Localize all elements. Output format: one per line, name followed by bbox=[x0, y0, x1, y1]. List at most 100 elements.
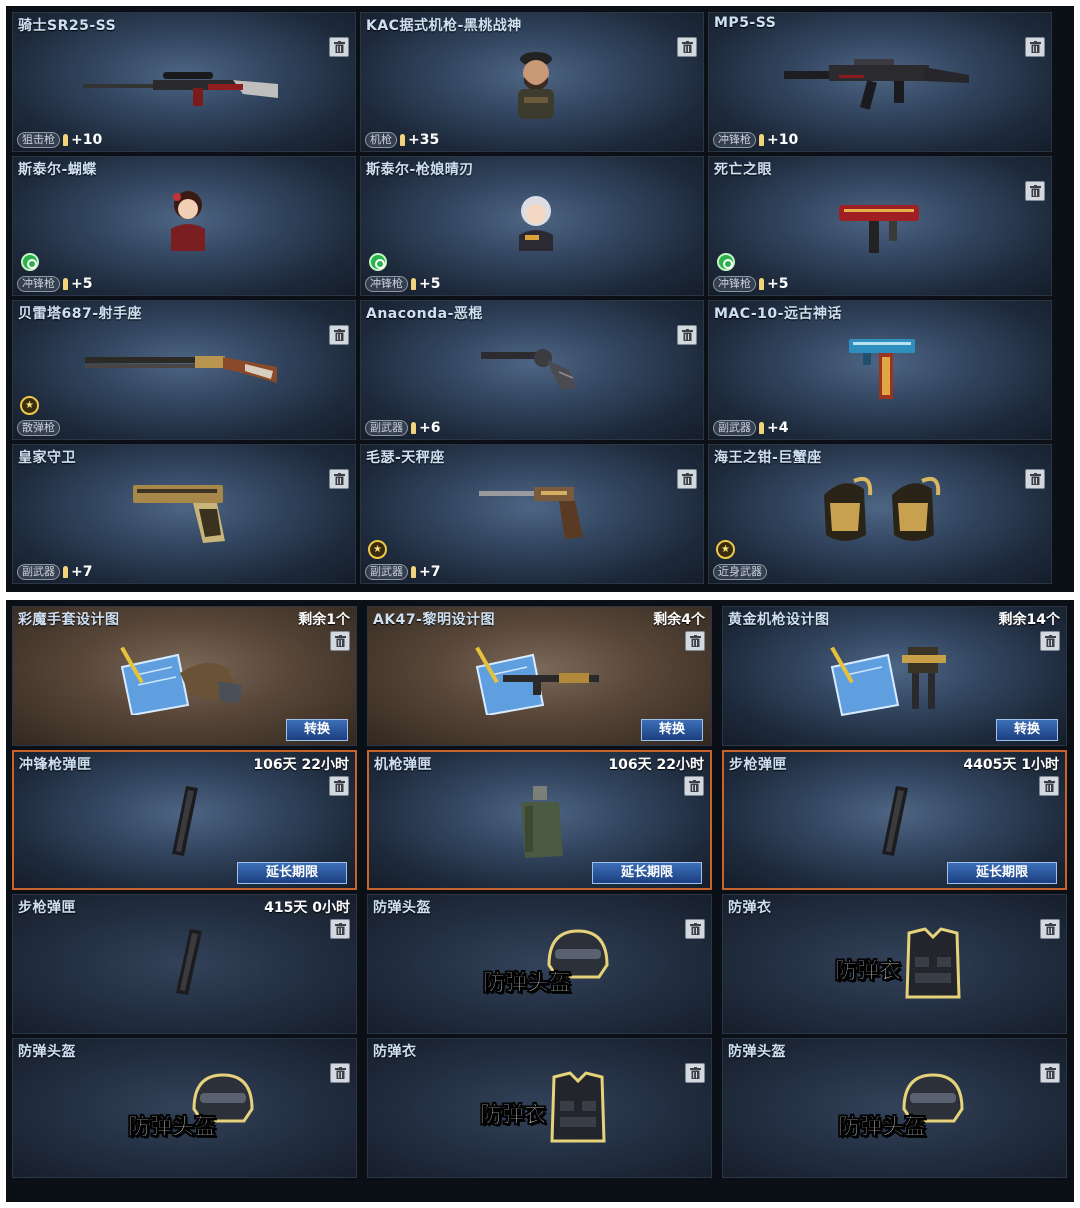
shotgun-icon bbox=[85, 356, 277, 383]
trash-icon[interactable] bbox=[1025, 181, 1045, 201]
item-stats: 副武器 +7 bbox=[17, 564, 92, 580]
pistol-icon bbox=[133, 485, 225, 543]
item-card[interactable]: AK47-黎明设计图 剩余4个 转换 bbox=[367, 606, 712, 746]
inventory-card[interactable]: Anaconda-恶棍 副武器 +6 bbox=[360, 300, 704, 440]
trash-icon[interactable] bbox=[330, 919, 350, 939]
bonus-value: +4 bbox=[767, 420, 789, 436]
trash-icon[interactable] bbox=[329, 469, 349, 489]
inventory-card[interactable]: 海王之钳-巨蟹座 ★ 近身武器 bbox=[708, 444, 1052, 584]
item-name: 防弹头盔 bbox=[18, 1044, 76, 1060]
extend-period-button[interactable]: 延长期限 bbox=[237, 862, 347, 884]
sniper-rifle-icon bbox=[83, 72, 278, 106]
helmet-overlay-label: 防弹头盔 bbox=[838, 1115, 927, 1141]
trash-icon[interactable] bbox=[685, 631, 705, 651]
category-tag: 副武器 bbox=[365, 420, 408, 436]
item-card[interactable]: 防弹头盔 防弹头盔 bbox=[722, 1038, 1067, 1178]
bullet-icon bbox=[411, 278, 416, 290]
inventory-card[interactable]: 死亡之眼 冲锋枪 +5 bbox=[708, 156, 1052, 296]
inventory-card[interactable]: 贝雷塔687-射手座 ★ 散弹枪 bbox=[12, 300, 356, 440]
bonus-value: +5 bbox=[71, 276, 93, 292]
bonus-value: +6 bbox=[419, 420, 441, 436]
trash-icon[interactable] bbox=[1040, 1063, 1060, 1083]
item-name: 斯泰尔-蝴蝶 bbox=[18, 162, 97, 178]
claw-gauntlet-icon bbox=[824, 476, 941, 541]
category-tag: 冲锋枪 bbox=[713, 132, 756, 148]
inventory-card[interactable]: 斯泰尔-蝴蝶 冲锋枪 +5 bbox=[12, 156, 356, 296]
trash-icon[interactable] bbox=[1040, 631, 1060, 651]
bonus-value: +7 bbox=[71, 564, 93, 580]
trash-icon[interactable] bbox=[330, 631, 350, 651]
convert-button[interactable]: 转换 bbox=[996, 719, 1058, 741]
category-tag: 副武器 bbox=[713, 420, 756, 436]
category-tag: 散弹枪 bbox=[17, 420, 60, 436]
item-stats: 冲锋枪 +5 bbox=[713, 276, 788, 292]
inventory-card[interactable]: 骑士SR25-SS 狙击枪 +10 bbox=[12, 12, 356, 152]
trash-icon[interactable] bbox=[685, 919, 705, 939]
green-badge-icon bbox=[369, 253, 387, 271]
bullet-icon bbox=[400, 134, 405, 146]
helmet-overlay-label: 防弹头盔 bbox=[483, 971, 572, 997]
item-name: MAC-10-远古神话 bbox=[714, 306, 842, 322]
blueprint-mech-icon bbox=[830, 646, 946, 717]
inventory-card[interactable]: MP5-SS 冲锋枪 +10 bbox=[708, 12, 1052, 152]
inventory-card[interactable]: KAC据式机枪-黑桃战神 机枪 +35 bbox=[360, 12, 704, 152]
item-card[interactable]: 防弹头盔 防弹头盔 bbox=[12, 1038, 357, 1178]
item-card[interactable]: 步枪弹匣 4405天 1小时 延长期限 bbox=[722, 750, 1067, 890]
category-tag: 狙击枪 bbox=[17, 132, 60, 148]
item-stats: 副武器 +4 bbox=[713, 420, 788, 436]
trash-icon[interactable] bbox=[1025, 469, 1045, 489]
item-stats: 狙击枪 +10 bbox=[17, 132, 102, 148]
trash-icon[interactable] bbox=[330, 1063, 350, 1083]
mac10-icon bbox=[849, 339, 915, 399]
item-remaining-time: 106天 22小时 bbox=[253, 757, 349, 773]
convert-button[interactable]: 转换 bbox=[641, 719, 703, 741]
item-card[interactable]: 机枪弹匣 106天 22小时 延长期限 bbox=[367, 750, 712, 890]
trash-icon[interactable] bbox=[684, 776, 704, 796]
bullet-icon bbox=[759, 134, 764, 146]
item-name: 贝雷塔687-射手座 bbox=[18, 306, 143, 322]
bullet-icon bbox=[759, 278, 764, 290]
item-card[interactable]: 防弹衣 防弹衣 bbox=[722, 894, 1067, 1034]
trash-icon[interactable] bbox=[677, 325, 697, 345]
bonus-value: +7 bbox=[419, 564, 441, 580]
item-name: 防弹头盔 bbox=[728, 1044, 786, 1060]
bullet-icon bbox=[63, 278, 68, 290]
inventory-card[interactable]: 毛瑟-天秤座 ★ 副武器 +7 bbox=[360, 444, 704, 584]
gold-star-badge-icon: ★ bbox=[20, 396, 39, 415]
ammo-box-icon bbox=[521, 786, 563, 858]
item-card[interactable]: 黄金机枪设计图 剩余14个 转换 bbox=[722, 606, 1067, 746]
category-tag: 副武器 bbox=[365, 564, 408, 580]
item-stats: 冲锋枪 +10 bbox=[713, 132, 798, 148]
inventory-card[interactable]: 皇家守卫 副武器 +7 bbox=[12, 444, 356, 584]
item-name: 防弹衣 bbox=[728, 900, 772, 916]
item-stats: 冲锋枪 +5 bbox=[365, 276, 440, 292]
trash-icon[interactable] bbox=[329, 776, 349, 796]
trash-icon[interactable] bbox=[329, 325, 349, 345]
trash-icon[interactable] bbox=[677, 37, 697, 57]
item-card[interactable]: 防弹衣 防弹衣 bbox=[367, 1038, 712, 1178]
trash-icon[interactable] bbox=[1040, 919, 1060, 939]
category-tag: 冲锋枪 bbox=[17, 276, 60, 292]
item-name: 骑士SR25-SS bbox=[18, 18, 117, 34]
trash-icon[interactable] bbox=[329, 37, 349, 57]
item-stats: 机枪 +35 bbox=[365, 132, 439, 148]
trash-icon[interactable] bbox=[1039, 776, 1059, 796]
extend-period-button[interactable]: 延长期限 bbox=[947, 862, 1057, 884]
item-card[interactable]: 防弹头盔 防弹头盔 bbox=[367, 894, 712, 1034]
convert-button[interactable]: 转换 bbox=[286, 719, 348, 741]
vest-icon bbox=[905, 927, 961, 999]
bullet-icon bbox=[63, 134, 68, 146]
item-card[interactable]: 彩魔手套设计图 剩余1个 转换 bbox=[12, 606, 357, 746]
item-name: 死亡之眼 bbox=[714, 162, 772, 178]
item-remaining-time: 106天 22小时 bbox=[608, 757, 704, 773]
inventory-card[interactable]: 斯泰尔-枪娘晴刃 冲锋枪 +5 bbox=[360, 156, 704, 296]
weapon-inventory-panel: 骑士SR25-SS 狙击枪 +10 KAC据式机枪-黑桃战神 机枪 +35 MP… bbox=[6, 6, 1074, 592]
item-name: 防弹衣 bbox=[373, 1044, 417, 1060]
item-card[interactable]: 步枪弹匣 415天 0小时 bbox=[12, 894, 357, 1034]
trash-icon[interactable] bbox=[685, 1063, 705, 1083]
trash-icon[interactable] bbox=[1025, 37, 1045, 57]
item-card[interactable]: 冲锋枪弹匣 106天 22小时 延长期限 bbox=[12, 750, 357, 890]
inventory-card[interactable]: MAC-10-远古神话 副武器 +4 bbox=[708, 300, 1052, 440]
extend-period-button[interactable]: 延长期限 bbox=[592, 862, 702, 884]
trash-icon[interactable] bbox=[677, 469, 697, 489]
